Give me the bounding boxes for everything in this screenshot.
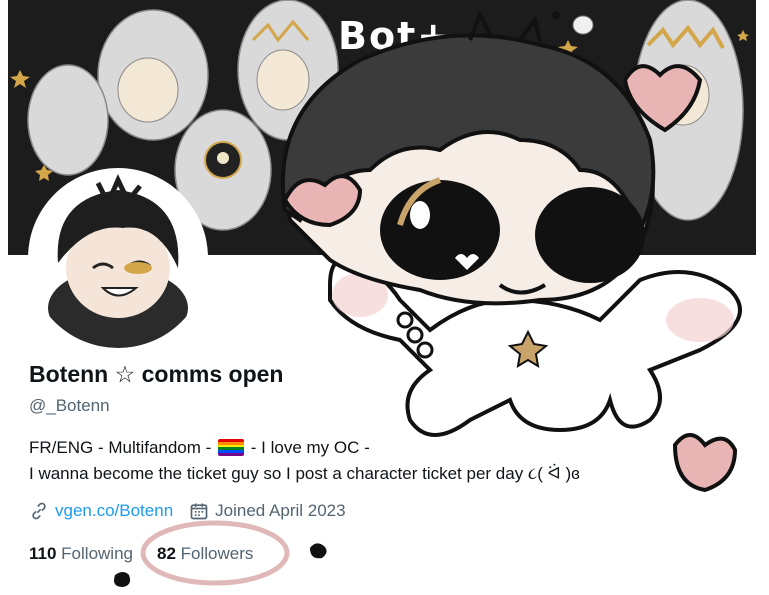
- calendar-icon: [190, 503, 208, 520]
- joined-date: Joined April 2023: [215, 501, 346, 520]
- profile-meta: vgen.co/Botenn Joined April 2023: [29, 501, 362, 521]
- following-count: 110: [29, 544, 57, 563]
- banner-text: Bot+: [338, 14, 452, 58]
- bio: FR/ENG - Multifandom - - I love my OC - …: [29, 435, 729, 487]
- bio-line-2: I wanna become the ticket guy so I post …: [29, 464, 580, 483]
- following-label: Following: [61, 544, 133, 563]
- followers-count: 82: [156, 544, 176, 563]
- bio-text: - I love my OC -: [250, 438, 370, 457]
- followers-label: Followers: [180, 544, 254, 563]
- bio-text: FR/ENG - Multifandom -: [29, 438, 212, 457]
- user-handle: @_Botenn: [29, 396, 110, 415]
- profile-info: Botenn ☆ comms open @_Botenn FR/ENG - Mu…: [0, 255, 769, 595]
- joined-item: Joined April 2023: [189, 501, 346, 521]
- website-item: vgen.co/Botenn: [29, 501, 173, 521]
- website-link[interactable]: vgen.co/Botenn: [55, 501, 173, 521]
- following-link[interactable]: 110 Following: [29, 544, 133, 564]
- rainbow-flag-emoji: [218, 439, 245, 456]
- link-icon: [32, 502, 46, 520]
- bio-line-1: FR/ENG - Multifandom - - I love my OC -: [29, 435, 729, 461]
- followers-link[interactable]: 82 Followers: [157, 544, 253, 564]
- display-name: Botenn ☆ comms open: [29, 361, 284, 387]
- follow-stats: 110 Following 82 Followers: [29, 544, 277, 564]
